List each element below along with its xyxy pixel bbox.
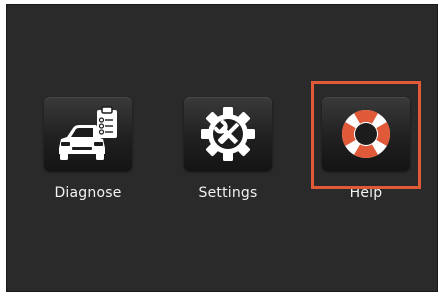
help-label: Help — [349, 185, 383, 201]
diagnose-app[interactable]: Diagnose — [43, 97, 133, 217]
diagnose-label: Diagnose — [54, 185, 122, 201]
help-app[interactable]: Help — [321, 97, 411, 217]
launcher-screen: Diagnose Settings Help — [6, 4, 438, 292]
lifebuoy-icon — [342, 109, 390, 159]
car-diagnostic-icon — [59, 106, 117, 160]
help-tile[interactable] — [322, 97, 410, 171]
settings-label: Settings — [198, 185, 258, 201]
settings-tile[interactable] — [184, 97, 272, 171]
gear-wrench-screwdriver-icon — [201, 107, 255, 161]
settings-app[interactable]: Settings — [183, 97, 273, 217]
diagnose-tile[interactable] — [44, 97, 132, 171]
